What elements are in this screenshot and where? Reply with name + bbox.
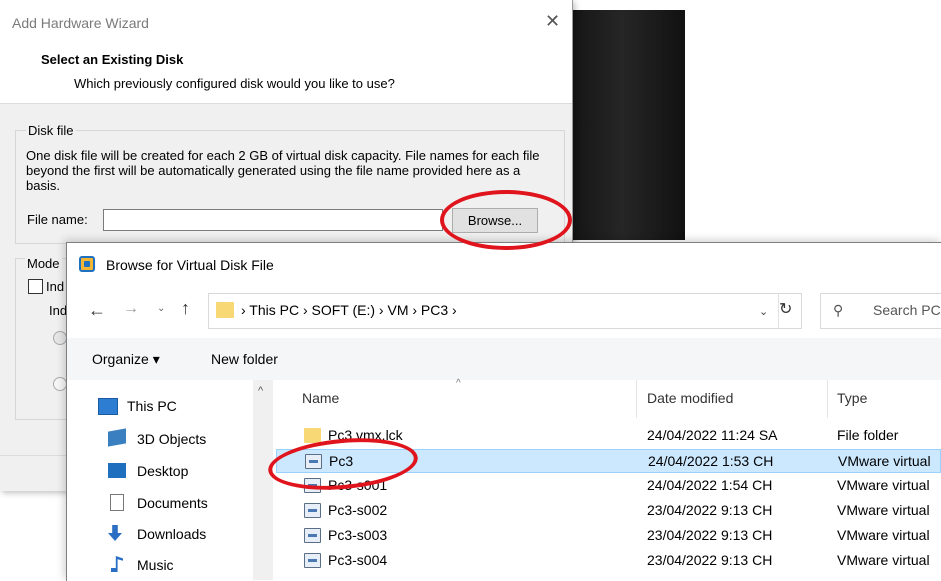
vmware-app-icon <box>79 256 95 272</box>
organize-menu-button[interactable]: Organize ▾ <box>92 351 160 368</box>
file-name: Pc3-s003 <box>328 527 388 543</box>
mode-radio-nonpersistent[interactable] <box>53 377 67 391</box>
file-date: 24/04/2022 11:24 SA <box>647 427 778 443</box>
scroll-up-icon[interactable]: ^ <box>258 385 263 397</box>
file-type: VMware virtual <box>837 552 930 568</box>
wizard-title: Add Hardware Wizard <box>12 15 149 31</box>
file-name: Pc3-s002 <box>328 502 388 518</box>
command-bar <box>67 338 941 380</box>
nav-pane-scrollbar[interactable] <box>253 380 273 580</box>
search-icon: ⚲ <box>833 302 844 318</box>
file-date: 23/04/2022 9:13 CH <box>647 502 773 518</box>
folder-icon <box>304 428 321 443</box>
column-divider[interactable] <box>827 380 828 418</box>
file-name: Pc3-s004 <box>328 552 388 568</box>
wizard-heading: Select an Existing Disk <box>41 52 184 67</box>
background-window <box>560 10 685 240</box>
column-divider[interactable] <box>636 380 637 418</box>
vmdk-icon <box>304 503 321 518</box>
mode-sub-label: Ind <box>49 303 68 318</box>
vmdk-icon <box>304 553 321 568</box>
up-arrow-icon[interactable]: ↑ <box>181 298 190 319</box>
dialog-title: Browse for Virtual Disk File <box>106 257 274 273</box>
column-header-date-modified[interactable]: Date modified <box>647 390 733 406</box>
pc-icon <box>98 398 118 415</box>
file-type: VMware virtual <box>837 477 930 493</box>
address-dropdown-icon[interactable]: ⌄ <box>759 305 768 318</box>
nav-item-downloads[interactable]: Downloads <box>137 526 206 542</box>
file-date: 23/04/2022 9:13 CH <box>647 527 773 543</box>
file-row[interactable]: Pc3-s003 23/04/2022 9:13 CH VMware virtu… <box>276 524 941 548</box>
file-type: File folder <box>837 427 899 443</box>
close-icon[interactable]: ✕ <box>545 11 560 32</box>
nav-item-3d-objects[interactable]: 3D Objects <box>137 431 206 447</box>
file-type: VMware virtual <box>837 502 930 518</box>
wizard-subheading: Which previously configured disk would y… <box>74 76 395 91</box>
desktop-icon <box>108 463 126 478</box>
disk-file-description: One disk file will be created for each 2… <box>26 148 540 193</box>
sort-ascending-icon: ^ <box>456 378 461 389</box>
breadcrumb[interactable]: › This PC › SOFT (E:) › VM › PC3 › <box>241 302 457 318</box>
file-date: 23/04/2022 9:13 CH <box>647 552 773 568</box>
file-type: VMware virtual <box>838 453 931 469</box>
file-date: 24/04/2022 1:53 CH <box>648 453 774 469</box>
back-arrow-icon[interactable]: ← <box>88 300 106 321</box>
vmdk-icon <box>304 528 321 543</box>
file-name-label: File name: <box>27 212 88 227</box>
search-input[interactable]: Search PC3 <box>873 302 941 318</box>
independent-checkbox[interactable] <box>28 279 43 294</box>
cube-icon <box>108 428 126 447</box>
disk-file-legend: Disk file <box>26 123 76 138</box>
file-name-input[interactable] <box>103 209 443 231</box>
nav-item-desktop[interactable]: Desktop <box>137 463 188 479</box>
recent-locations-chevron-icon[interactable]: ⌄ <box>157 303 165 314</box>
forward-arrow-icon[interactable]: → <box>123 300 139 318</box>
refresh-icon[interactable]: ↻ <box>779 299 792 319</box>
independent-checkbox-label: Ind <box>46 279 65 294</box>
new-folder-button[interactable]: New folder <box>211 351 278 367</box>
nav-item-this-pc[interactable]: This PC <box>127 398 177 414</box>
nav-item-documents[interactable]: Documents <box>137 495 208 511</box>
file-row[interactable]: Pc3-s004 23/04/2022 9:13 CH VMware virtu… <box>276 549 941 573</box>
file-type: VMware virtual <box>837 527 930 543</box>
mode-radio-persistent[interactable] <box>53 331 67 345</box>
column-header-name[interactable]: Name <box>302 390 339 406</box>
file-date: 24/04/2022 1:54 CH <box>647 477 773 493</box>
column-header-type[interactable]: Type <box>837 390 867 406</box>
file-row[interactable]: Pc3-s002 23/04/2022 9:13 CH VMware virtu… <box>276 499 941 523</box>
mode-legend: Mode <box>25 256 62 271</box>
folder-icon <box>216 302 234 318</box>
nav-item-music[interactable]: Music <box>137 557 174 573</box>
documents-icon <box>110 494 124 511</box>
highlight-ellipse-browse <box>440 190 572 250</box>
